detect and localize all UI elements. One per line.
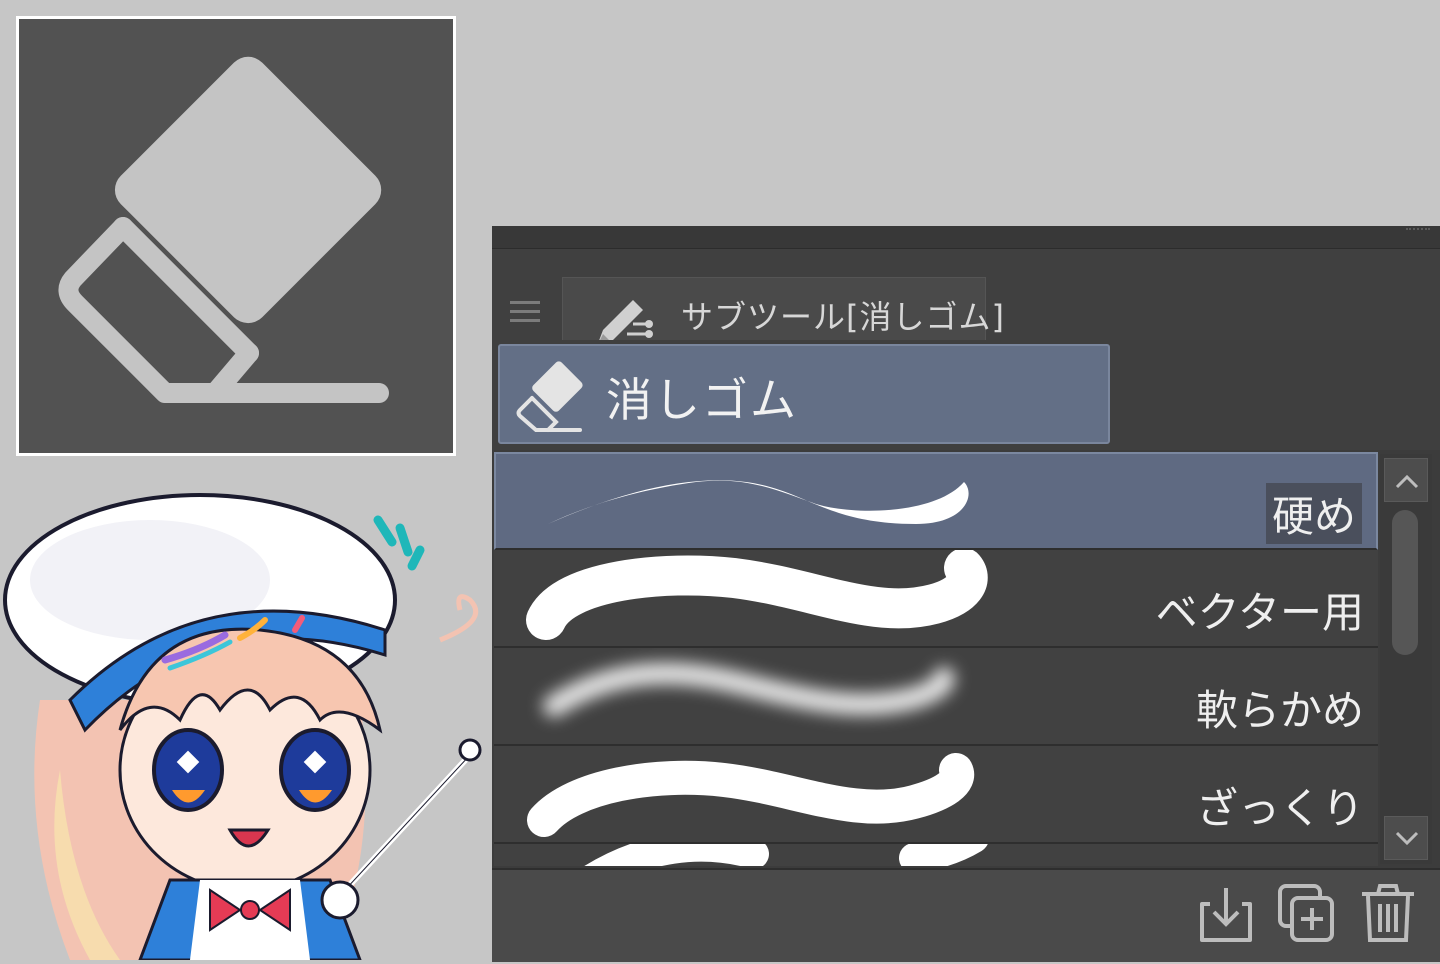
duplicate-add-icon[interactable] (1276, 882, 1336, 944)
subtool-group-area: 消しゴム (492, 340, 1440, 450)
palette-tab-bar: サブツール[消しゴム] (492, 249, 1440, 359)
palette-grip[interactable] (1406, 228, 1430, 234)
subtool-item-vector[interactable]: ベクター用 (494, 550, 1378, 648)
subtool-list: 硬め ベクター用 軟らかめ ざっくり (494, 452, 1378, 866)
subtool-item-soft[interactable]: 軟らかめ (494, 648, 1378, 746)
trash-icon[interactable] (1358, 882, 1418, 944)
stroke-preview-partial (584, 844, 988, 866)
mascot-illustration (0, 470, 500, 962)
palette-title-strip (492, 226, 1440, 249)
subtool-item-hard[interactable]: 硬め (494, 452, 1378, 550)
subtool-label: 軟らかめ (1195, 686, 1364, 735)
chevron-down-icon[interactable] (1384, 816, 1428, 860)
eraser-icon (58, 56, 389, 403)
stroke-preview-hard (548, 480, 969, 524)
menu-icon[interactable] (508, 295, 542, 329)
scroll-thumb[interactable] (1392, 510, 1418, 655)
chevron-up-icon[interactable] (1384, 458, 1428, 502)
subtool-scrollbar[interactable] (1380, 454, 1432, 864)
subtool-item-rough[interactable]: ざっくり (494, 746, 1378, 844)
group-label: 消しゴム (606, 373, 798, 427)
subtool-palette: サブツール[消しゴム] 消しゴム 硬め ベクター用 軟らかめ ざっくり (492, 226, 1440, 962)
subtool-label: ざっくり (1195, 784, 1364, 833)
download-icon[interactable] (1196, 882, 1256, 944)
subtool-label: ベクター用 (1155, 588, 1364, 637)
subtool-item-partial[interactable] (494, 844, 1378, 866)
tab-subtool-eraser[interactable]: サブツール[消しゴム] (562, 277, 1004, 348)
subtool-group-eraser[interactable]: 消しゴム (498, 344, 1110, 444)
tab-label: サブツール[消しゴム] (681, 298, 1005, 336)
eraser-icon-panel (16, 16, 456, 456)
eraser-icon (516, 361, 583, 432)
palette-bottom-bar (492, 868, 1440, 962)
subtool-label: 硬め (1265, 483, 1362, 544)
